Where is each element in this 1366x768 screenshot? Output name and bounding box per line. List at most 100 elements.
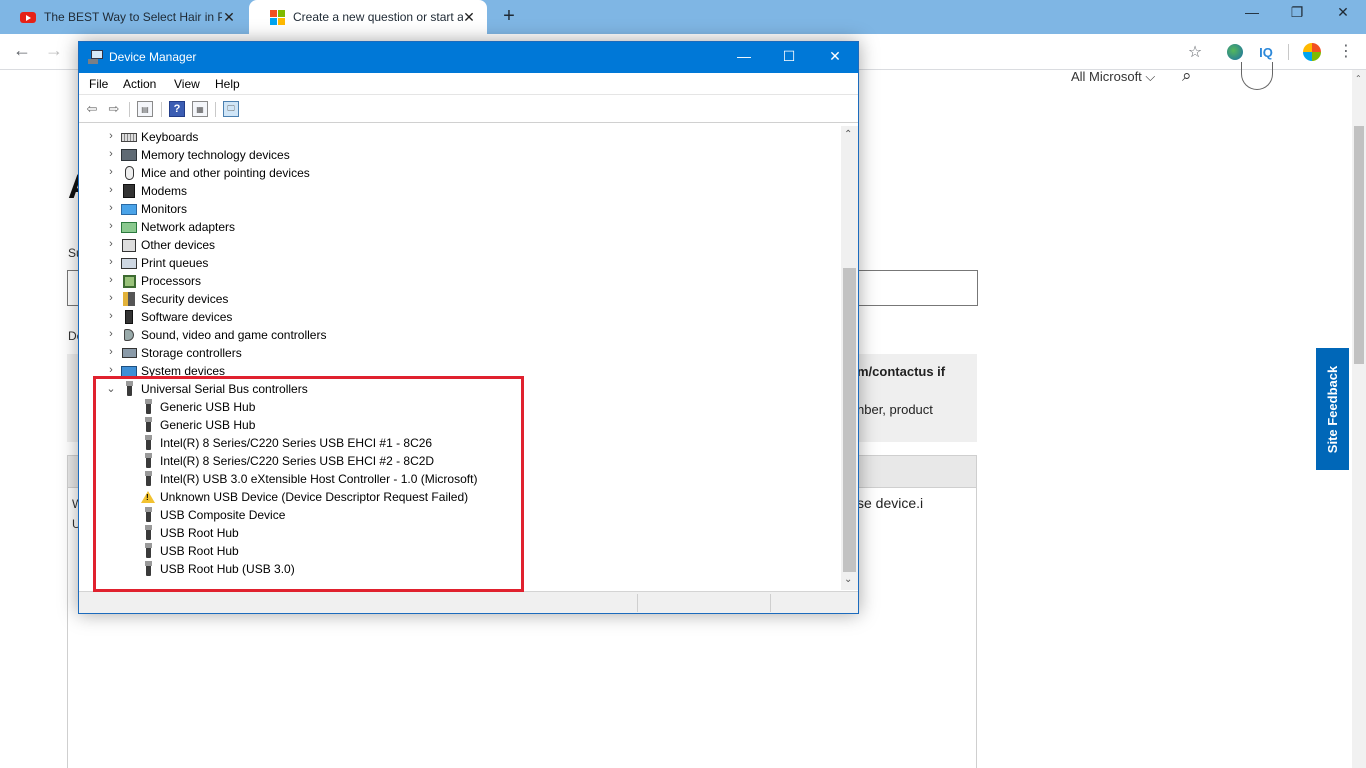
bookmark-star-icon[interactable]: ☆	[1185, 42, 1205, 62]
category-label: Mice and other pointing devices	[141, 166, 310, 180]
tab-title: The BEST Way to Select Hair in Photoshop	[44, 10, 222, 24]
forward-button[interactable]: →	[42, 40, 66, 61]
browser-restore-button[interactable]: ❐	[1282, 4, 1312, 21]
back-arrow-icon[interactable]: ⇦	[84, 101, 100, 117]
network-adapter-icon	[121, 220, 137, 234]
device-manager-toolbar: ⇦ ⇨ ▤ ? ▦ 🖵	[79, 96, 858, 123]
tree-scrollbar[interactable]: ⌃ ⌄	[841, 126, 858, 590]
expand-chevron-icon[interactable]: ›	[105, 364, 117, 376]
scan-hardware-icon[interactable]: 🖵	[223, 101, 239, 117]
close-button[interactable]: ✕	[820, 48, 850, 65]
all-microsoft-menu[interactable]: All Microsoft ⌵	[1071, 69, 1155, 85]
youtube-icon	[20, 9, 36, 25]
category-label: Sound, video and game controllers	[141, 328, 327, 342]
tree-category-security-devices[interactable]: › Security devices	[80, 290, 840, 308]
category-label: Storage controllers	[141, 346, 242, 360]
tab-close-icon[interactable]: ✕	[461, 9, 477, 26]
expand-chevron-icon[interactable]: ›	[105, 130, 117, 142]
menu-view[interactable]: View	[174, 77, 200, 91]
category-label: Memory technology devices	[141, 148, 290, 162]
iq-extension-icon[interactable]: IQ	[1256, 42, 1276, 62]
expand-chevron-icon[interactable]: ›	[105, 292, 117, 304]
tree-scroll-thumb[interactable]	[843, 268, 856, 572]
page-scroll-thumb[interactable]	[1354, 126, 1364, 364]
scroll-up-icon[interactable]: ⌃	[844, 129, 852, 140]
properties-icon[interactable]: ▤	[137, 101, 153, 117]
status-bar	[79, 591, 858, 613]
view-toggle-icon[interactable]: ▦	[192, 101, 208, 117]
expand-chevron-icon[interactable]: ›	[105, 256, 117, 268]
editor-text-fragment-3: se device.i	[857, 495, 924, 511]
note-text-line-1: m/contactus if	[857, 364, 946, 379]
tree-category-print-queues[interactable]: › Print queues	[80, 254, 840, 272]
category-label: Software devices	[141, 310, 233, 324]
storage-icon	[121, 346, 137, 360]
browser-minimize-button[interactable]: —	[1237, 4, 1267, 20]
site-search-icon[interactable]: ⌕	[1182, 66, 1192, 86]
note-text-line-2: nber, product	[857, 402, 933, 417]
tab-close-icon[interactable]: ✕	[221, 9, 237, 26]
tab-title: Create a new question or start a discuss…	[293, 10, 463, 24]
expand-chevron-icon[interactable]: ›	[105, 184, 117, 196]
forward-arrow-icon[interactable]: ⇨	[106, 101, 122, 117]
expand-chevron-icon[interactable]: ›	[105, 310, 117, 322]
expand-chevron-icon[interactable]: ›	[105, 328, 117, 340]
tree-category-storage[interactable]: › Storage controllers	[80, 344, 840, 362]
status-divider	[770, 594, 771, 612]
tab-microsoft-community[interactable]: Create a new question or start a discuss…	[249, 0, 487, 34]
tree-category-network-adapters[interactable]: › Network adapters	[80, 218, 840, 236]
category-label: Security devices	[141, 292, 229, 306]
menu-help[interactable]: Help	[215, 77, 240, 91]
microsoft-icon	[269, 9, 285, 25]
site-feedback-button[interactable]: Site Feedback	[1316, 348, 1349, 470]
processor-icon	[121, 274, 137, 288]
category-label: Processors	[141, 274, 202, 288]
software-device-icon	[121, 310, 137, 324]
browser-menu-icon[interactable]: ⋮	[1336, 42, 1356, 62]
menu-action[interactable]: Action	[123, 77, 156, 91]
office-extension-icon[interactable]	[1302, 42, 1322, 62]
tree-category-processors[interactable]: › Processors	[80, 272, 840, 290]
globe-extension-icon[interactable]	[1225, 42, 1245, 62]
tree-category-sound[interactable]: › Sound, video and game controllers	[80, 326, 840, 344]
modem-icon	[121, 184, 137, 198]
mouse-icon	[121, 166, 137, 180]
expand-chevron-icon[interactable]: ›	[105, 148, 117, 160]
expand-chevron-icon[interactable]: ›	[105, 238, 117, 250]
new-tab-button[interactable]: +	[498, 5, 520, 28]
browser-close-button[interactable]: ✕	[1328, 4, 1358, 21]
page-scrollbar[interactable]: ⌃	[1352, 70, 1366, 768]
category-label: Modems	[141, 184, 188, 198]
back-button[interactable]: ←	[10, 40, 34, 61]
expand-chevron-icon[interactable]: ›	[105, 220, 117, 232]
tree-category-mice[interactable]: › Mice and other pointing devices	[80, 164, 840, 182]
expand-chevron-icon[interactable]: ›	[105, 274, 117, 286]
menu-file[interactable]: File	[89, 77, 108, 91]
tree-category-software-devices[interactable]: › Software devices	[80, 308, 840, 326]
expand-chevron-icon[interactable]: ›	[105, 166, 117, 178]
device-manager-titlebar[interactable]: Device Manager — ☐ ✕	[79, 42, 858, 73]
scroll-down-icon[interactable]: ⌄	[844, 574, 852, 585]
chevron-down-icon: ⌵	[1145, 69, 1156, 84]
device-manager-app-icon	[88, 50, 103, 64]
status-divider	[637, 594, 638, 612]
tab-youtube[interactable]: The BEST Way to Select Hair in Photoshop…	[0, 0, 247, 34]
expand-chevron-icon[interactable]: ›	[105, 346, 117, 358]
help-icon[interactable]: ?	[169, 101, 185, 117]
browser-tab-bar: The BEST Way to Select Hair in Photoshop…	[0, 0, 1366, 34]
maximize-button[interactable]: ☐	[774, 48, 804, 65]
tree-category-memory[interactable]: › Memory technology devices	[80, 146, 840, 164]
sound-icon	[121, 328, 137, 342]
other-device-icon	[121, 238, 137, 252]
tree-category-other-devices[interactable]: › Other devices	[80, 236, 840, 254]
minimize-button[interactable]: —	[729, 48, 759, 64]
toolbar-separator	[215, 102, 216, 117]
toolbar-separator	[129, 102, 130, 117]
keyboard-icon	[121, 130, 137, 144]
category-label: Network adapters	[141, 220, 236, 234]
tree-category-modems[interactable]: › Modems	[80, 182, 840, 200]
expand-chevron-icon[interactable]: ›	[105, 202, 117, 214]
tree-category-monitors[interactable]: › Monitors	[80, 200, 840, 218]
page-scroll-up-icon[interactable]: ⌃	[1355, 74, 1362, 83]
tree-category-keyboards[interactable]: › Keyboards	[80, 128, 840, 146]
